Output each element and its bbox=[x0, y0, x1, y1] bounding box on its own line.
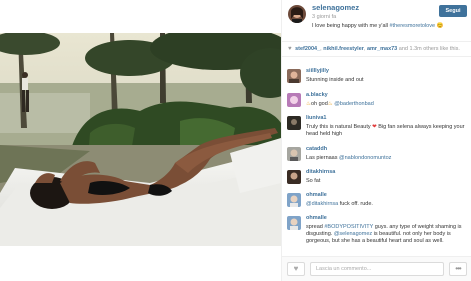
comment-text: ♨oh god♨ @baderthonbad bbox=[306, 101, 466, 108]
comment-hashtag[interactable]: #BODYPOSITIVITY bbox=[324, 224, 373, 230]
liker-name[interactable]: nikhil.freestyler bbox=[323, 46, 364, 52]
avatar-image bbox=[287, 93, 301, 107]
comment-username[interactable]: ohmalle bbox=[306, 215, 327, 221]
liker-name[interactable]: stef2004_ bbox=[295, 46, 320, 52]
comment-text-part: spread bbox=[306, 224, 325, 230]
comment-text: Las piernaas @nablondonomuntoz bbox=[306, 155, 466, 162]
comment-text: Stunning inside and out bbox=[306, 77, 364, 83]
liker-name[interactable]: amr_max73 bbox=[367, 46, 397, 52]
photo-image bbox=[0, 33, 281, 246]
likes-suffix: and 1.3m others like this. bbox=[398, 46, 460, 52]
photo-pane bbox=[0, 0, 281, 281]
comment-text: @ditakhirnsa fuck off. rude. bbox=[306, 201, 466, 208]
commenter-avatar[interactable] bbox=[287, 93, 301, 107]
commenter-avatar[interactable] bbox=[287, 116, 301, 130]
comment-text-part: oh god bbox=[310, 101, 328, 107]
comment-username[interactable]: cataddh bbox=[306, 146, 327, 152]
commenter-avatar[interactable] bbox=[287, 216, 301, 230]
comment-footer: ♥ ••• bbox=[282, 256, 471, 281]
comment-input[interactable] bbox=[310, 262, 444, 276]
avatar-image bbox=[287, 193, 301, 207]
more-options-icon: ••• bbox=[455, 264, 461, 273]
caption-emoji: 😊 bbox=[436, 23, 444, 29]
comment-text: spread #BODYPOSITIVITY guys. any type of… bbox=[306, 224, 466, 246]
likes-summary: ♥ stef2004_, nikhil.freestyler, amr_max7… bbox=[282, 41, 471, 57]
comment-text-part: Truly this is natural Beauty bbox=[306, 124, 373, 130]
avatar-image bbox=[287, 216, 301, 230]
follow-button[interactable]: Segui bbox=[439, 5, 467, 17]
commenter-avatar[interactable] bbox=[287, 147, 301, 161]
commenter-avatar[interactable] bbox=[287, 170, 301, 184]
avatar-image bbox=[288, 5, 306, 23]
comment-mention[interactable]: @nablondonomuntoz bbox=[339, 155, 391, 161]
comment-mention[interactable]: @ditakhirnsa bbox=[306, 201, 338, 207]
comment-text: So fat bbox=[306, 178, 321, 184]
more-options-button[interactable]: ••• bbox=[449, 262, 467, 276]
fire-icon: ♨ bbox=[327, 101, 333, 107]
comment-text: Truly this is natural Beauty ❤ Big fan s… bbox=[306, 124, 466, 138]
caption-hashtag[interactable]: #theresmoretolove bbox=[389, 23, 435, 29]
commenter-avatar[interactable] bbox=[287, 193, 301, 207]
comment-text-part: fuck off. rude. bbox=[338, 201, 373, 207]
avatar-image bbox=[287, 170, 301, 184]
owner-username[interactable]: selenagomez bbox=[312, 3, 359, 12]
comment-mention[interactable]: @baderthonbad bbox=[334, 101, 374, 107]
caption-text: I love being happy with me y'all bbox=[312, 23, 390, 29]
avatar-image bbox=[287, 147, 301, 161]
post-timestamp: 3 giorni fa bbox=[312, 14, 337, 20]
post-photo[interactable] bbox=[0, 33, 281, 246]
comment-username[interactable]: ohmalle bbox=[306, 192, 327, 198]
comment-username[interactable]: a.blacky bbox=[306, 92, 328, 98]
heart-icon: ♥ bbox=[293, 264, 299, 273]
owner-avatar[interactable] bbox=[288, 5, 306, 23]
comment-text-part: Las piernaas bbox=[306, 155, 340, 161]
comment-username[interactable]: liuniva1 bbox=[306, 115, 326, 121]
like-button[interactable]: ♥ bbox=[287, 262, 305, 276]
post-caption: I love being happy with me y'all #theres… bbox=[312, 23, 443, 29]
post-side-panel: selenagomez 3 giorni fa I love being hap… bbox=[281, 0, 471, 281]
post-header: selenagomez 3 giorni fa I love being hap… bbox=[282, 0, 471, 40]
comment-username[interactable]: ditakhirnsa bbox=[306, 169, 335, 175]
avatar-image bbox=[287, 116, 301, 130]
comment-mention[interactable]: @selenagomez bbox=[334, 231, 372, 237]
comment-username[interactable]: siilllyjilly bbox=[306, 68, 329, 74]
avatar-image bbox=[287, 69, 301, 83]
heart-icon: ♥ bbox=[288, 46, 292, 52]
commenter-avatar[interactable] bbox=[287, 69, 301, 83]
